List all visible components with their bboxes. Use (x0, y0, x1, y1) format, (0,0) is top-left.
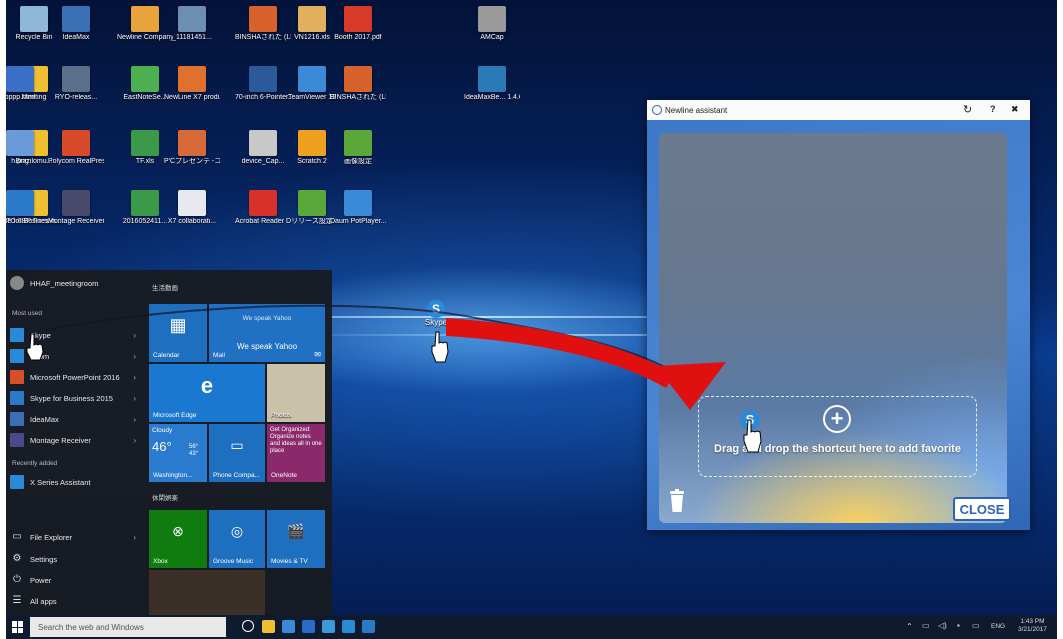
taskbar: Search the web and Windows ⌃ ▭ ◁) ▪ ▭ EN… (6, 615, 1057, 639)
hand-cursor-icon (26, 333, 44, 361)
clock[interactable]: 1:43 PM 3/21/2017 (1018, 618, 1047, 634)
hand-cursor-icon (743, 419, 762, 453)
search-placeholder: Search the web and Windows (38, 622, 144, 632)
chevron-up-icon[interactable]: ⌃ (906, 622, 913, 631)
file-manager-icon[interactable] (262, 620, 275, 633)
notification-icon[interactable]: ▪ (957, 621, 960, 630)
edge-icon[interactable] (302, 620, 315, 633)
hand-cursor-icon (431, 331, 449, 363)
ie-icon[interactable] (322, 620, 335, 633)
keyboard-icon[interactable]: ▭ (972, 621, 980, 630)
language-indicator[interactable]: ENG (991, 623, 1005, 630)
clock-time: 1:43 PM (1020, 618, 1045, 625)
task-view-icon[interactable] (242, 620, 254, 632)
search-box[interactable]: Search the web and Windows (30, 617, 226, 637)
desktop-screen: Recycle BinIdeaMaxNewline Company l..._1… (6, 0, 1057, 639)
skype-icon[interactable] (342, 620, 355, 633)
store-icon[interactable] (282, 620, 295, 633)
clock-date: 3/21/2017 (1018, 626, 1047, 633)
windows-start-icon[interactable] (12, 621, 24, 633)
drag-arrow-annotation (45, 304, 726, 410)
network-icon[interactable]: ▭ (922, 621, 930, 630)
volume-icon[interactable]: ◁) (938, 621, 947, 630)
skype-business-icon[interactable] (362, 620, 375, 633)
